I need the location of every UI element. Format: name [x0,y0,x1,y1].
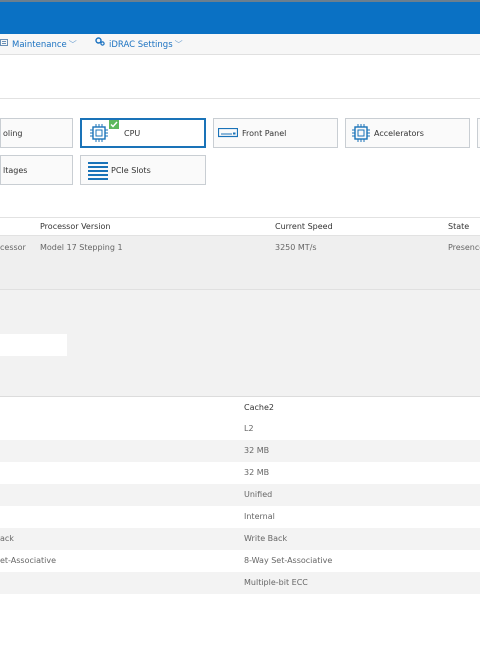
tile-cpu[interactable]: CPU [80,118,206,148]
processor-table-header: Processor Version Current Speed State [0,217,480,236]
checkmark-icon [109,120,119,131]
tile-voltages-label: ltages [3,165,28,175]
tile-front-panel-label: Front Panel [242,128,287,138]
header-current-speed: Current Speed [275,222,333,231]
header-processor-version: Processor Version [40,222,111,231]
processor-current-speed: 3250 MT/s [275,243,317,252]
table-row: 32 MB [0,440,480,462]
tile-front-panel[interactable]: Front Panel [213,118,338,148]
maintenance-icon [0,34,8,55]
gear-icon [95,34,105,55]
section-divider [0,98,480,99]
header-state: State [448,222,470,231]
cache2-value: Unified [244,490,273,499]
table-row[interactable]: cessor Model 17 Stepping 1 3250 MT/s Pre… [0,236,480,290]
tile-cooling[interactable]: oling [0,118,73,148]
table-row: ack Write Back [0,528,480,550]
cache2-value: Multiple-bit ECC [244,578,308,587]
pcie-slots-icon [88,162,108,182]
cache2-value: Internal [244,512,275,521]
table-row: Multiple-bit ECC [0,572,480,594]
tile-pcie-slots-label: PCIe Slots [111,165,151,175]
top-banner [0,0,480,34]
menu-idrac-settings[interactable]: iDRAC Settings ﹀ [95,34,183,55]
front-panel-icon [217,127,239,140]
tile-accelerators-label: Accelerators [374,128,424,138]
table-row: et-Associative 8-Way Set-Associative [0,550,480,572]
cache-table-header: Cache2 [0,396,480,418]
tile-voltages[interactable]: ltages [0,155,73,185]
table-row: 32 MB [0,462,480,484]
accelerator-chip-icon [351,123,371,145]
table-row [0,594,480,608]
header-cache2: Cache2 [244,403,274,412]
table-row: L2 [0,418,480,440]
chevron-down-icon: ﹀ [174,40,183,49]
table-row: Internal [0,506,480,528]
cache2-value: 8-Way Set-Associative [244,556,333,565]
cache2-value: L2 [244,424,254,433]
processor-state: Presence [448,243,480,252]
cache2-value: Write Back [244,534,288,543]
details-field [0,334,67,356]
table-row: Unified [0,484,480,506]
cache2-value: 32 MB [244,446,270,455]
tile-pcie-slots[interactable]: PCIe Slots [80,155,206,185]
menu-maintenance[interactable]: Maintenance ﹀ [0,34,77,55]
cache-left-value: ack [0,534,14,543]
tile-accelerators[interactable]: Accelerators [345,118,470,148]
processor-version: Model 17 Stepping 1 [40,243,123,252]
details-panel [0,290,480,396]
menu-maintenance-label: Maintenance [12,40,67,50]
tile-cpu-label: CPU [124,128,141,138]
processor-name: cessor [0,243,26,252]
menu-idrac-settings-label: iDRAC Settings [109,40,173,50]
chevron-down-icon: ﹀ [68,40,77,49]
tile-cooling-label: oling [3,128,23,138]
cpu-chip-icon [89,123,109,145]
cache2-value: 32 MB [244,468,270,477]
main-menu-bar: Maintenance ﹀ iDRAC Settings ﹀ [0,34,480,55]
cache-left-value: et-Associative [0,556,57,565]
